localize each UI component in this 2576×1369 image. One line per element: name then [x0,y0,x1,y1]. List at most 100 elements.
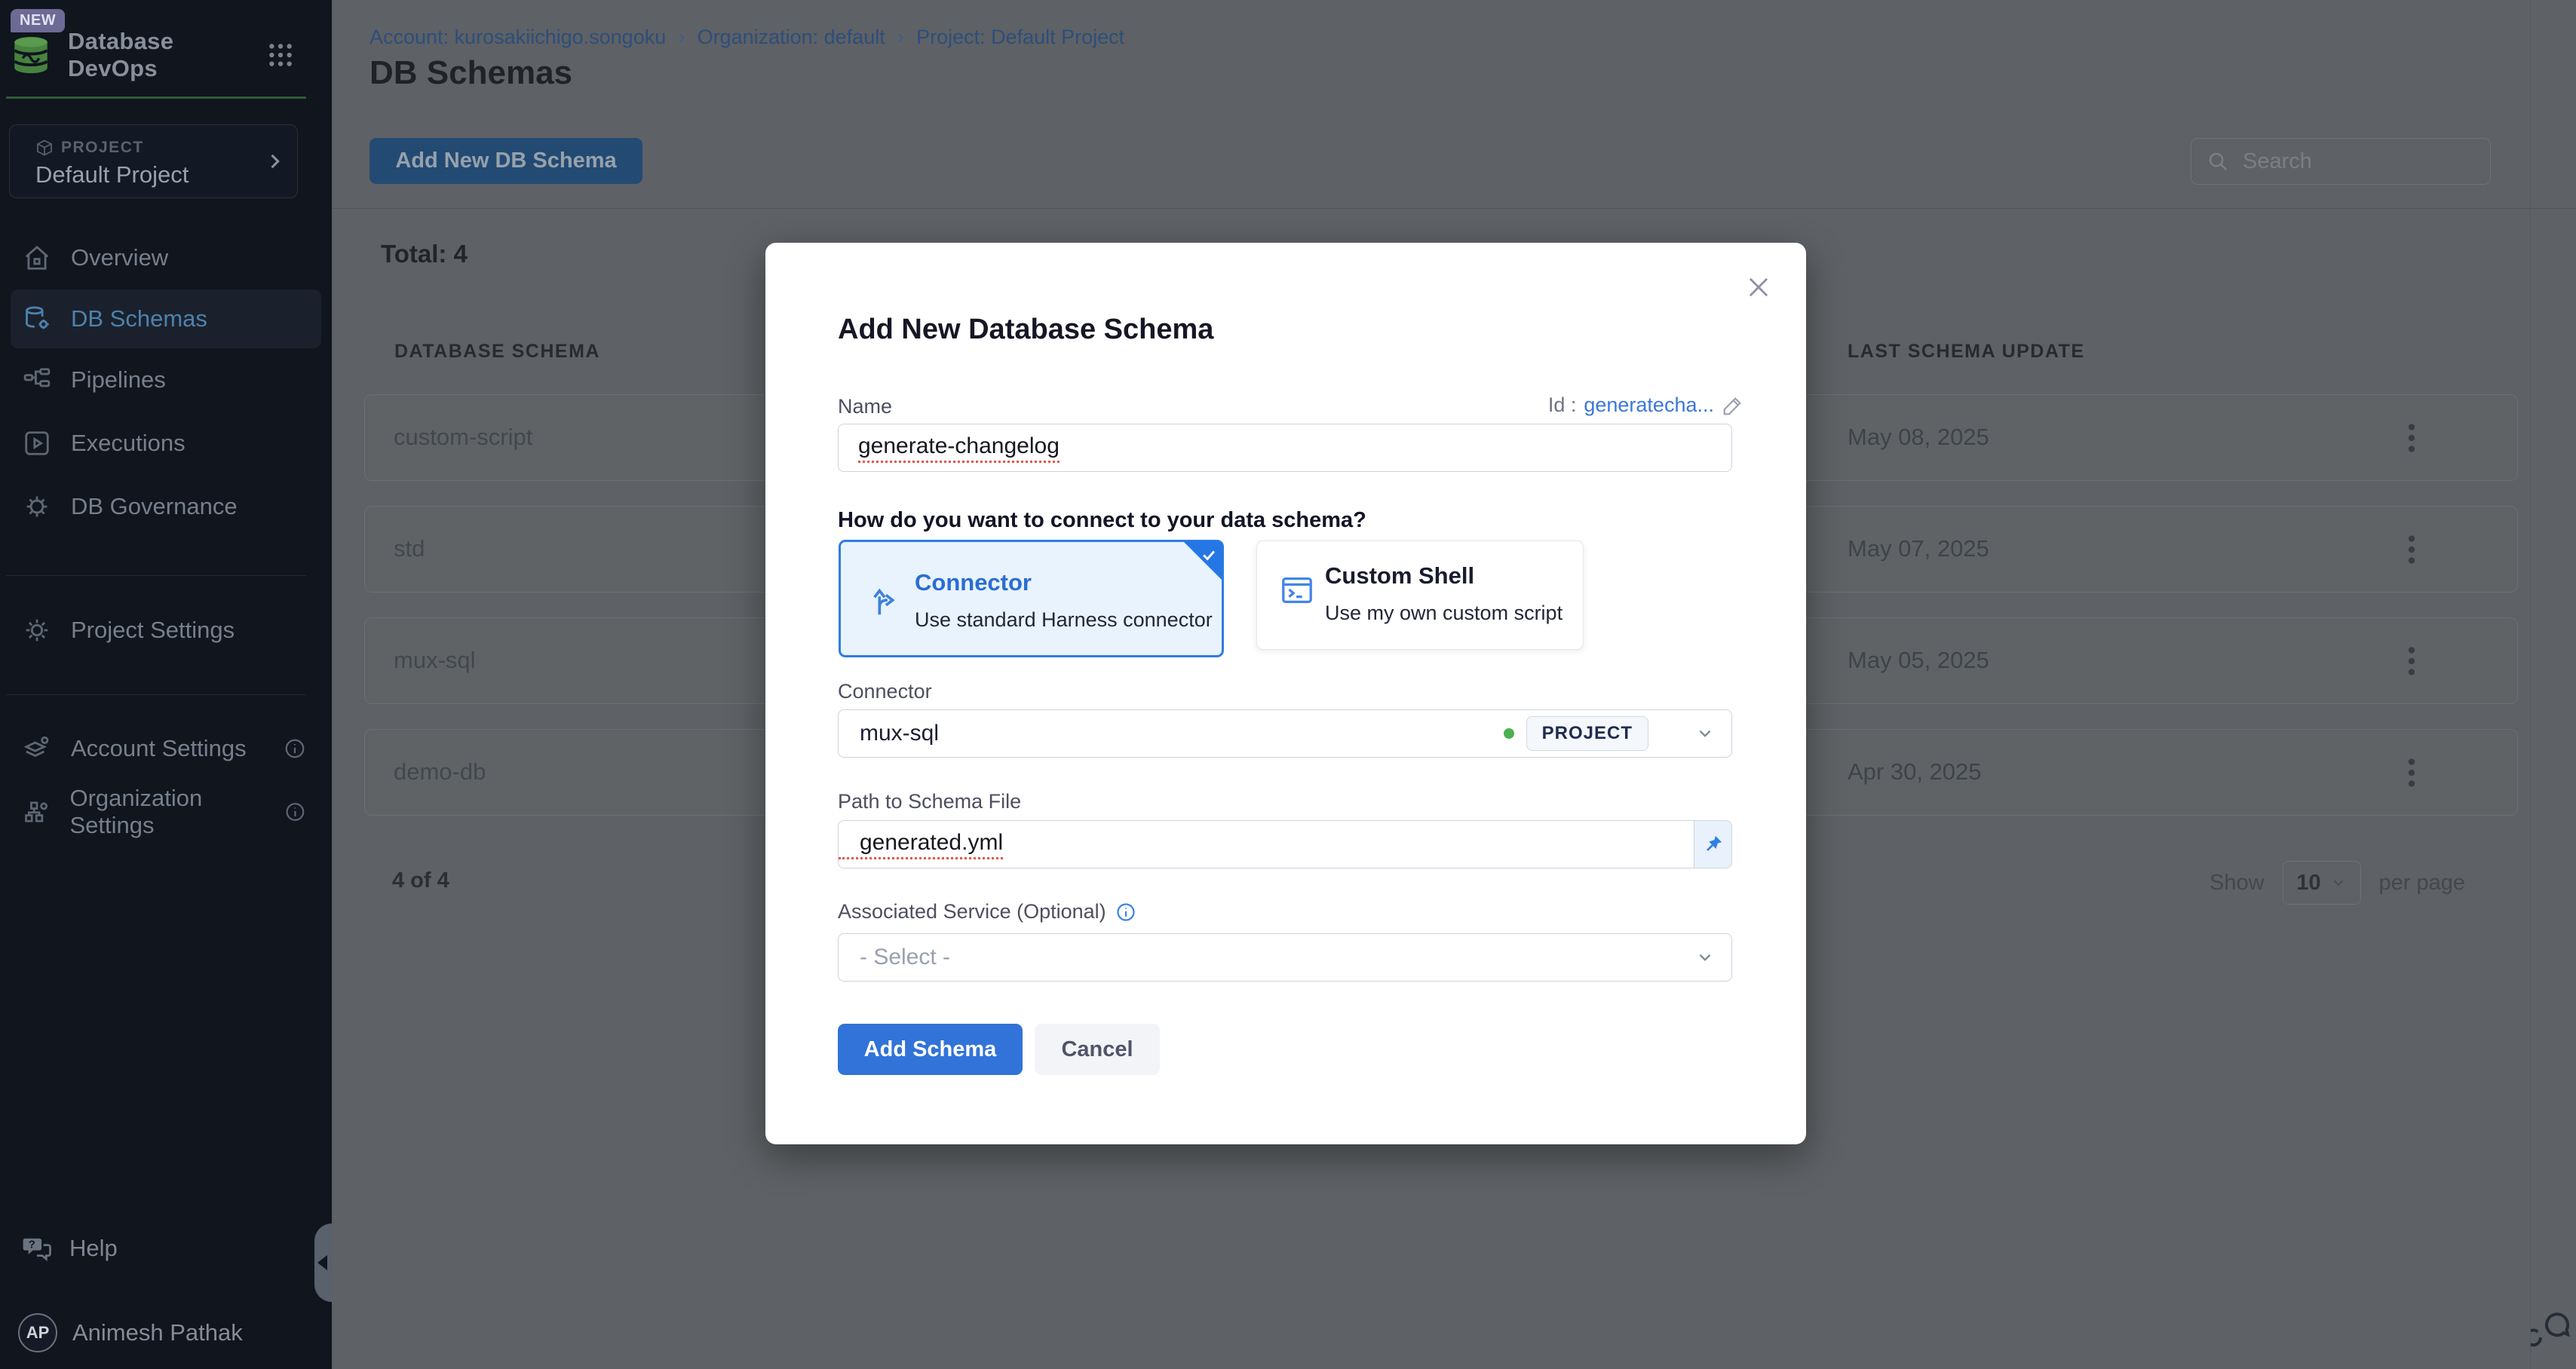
sidebar-item-pipelines[interactable]: Pipelines [0,348,332,412]
cancel-button[interactable]: Cancel [1035,1024,1160,1075]
name-input[interactable]: generate-changelog [838,424,1732,472]
cube-icon [35,139,54,157]
option-subtitle: Use standard Harness connector [915,608,1213,632]
breadcrumb-account-link[interactable]: Account: kurosakiichigo.songoku [370,26,666,49]
sidebar-collapse-handle[interactable] [314,1224,332,1302]
breadcrumb: Account: kurosakiichigo.songoku › Organi… [370,25,1124,49]
help-label: Help [69,1235,118,1262]
schema-updated: Apr 30, 2025 [1848,758,1982,786]
pagination-perpage-label: per page [2379,871,2466,896]
page-size-select[interactable]: 10 [2283,861,2361,905]
sidebar-item-account-settings[interactable]: Account Settings [0,717,332,780]
sidebar-item-label: Executions [71,430,186,457]
content-right-border [2530,0,2531,1369]
sidebar-item-db-governance[interactable]: DB Governance [0,475,332,538]
sidebar-item-label: Project Settings [71,617,235,644]
page-size-value: 10 [2296,871,2320,896]
row-menu-kebab-icon[interactable] [2395,528,2428,571]
sidebar-divider [6,575,306,576]
chevron-down-icon [1695,948,1715,967]
add-new-db-schema-button[interactable]: Add New DB Schema [370,138,642,184]
db-schema-icon [23,305,51,333]
sidebar-divider [6,694,306,695]
brand-divider [6,96,306,99]
gear-icon [23,616,51,645]
sidebar-item-help[interactable]: ? Help [0,1217,332,1280]
chat-bubbles-icon[interactable] [2531,1306,2573,1350]
connector-status-dot [1504,728,1514,739]
option-card-custom-shell[interactable]: Custom Shell Use my own custom script [1256,541,1584,650]
sidebar-item-label: Overview [71,244,168,271]
scope-badge: PROJECT [1526,716,1648,751]
pagination-show-label: Show [2210,871,2265,896]
sidebar-item-executions[interactable]: Executions [0,412,332,475]
service-select[interactable]: - Select - [838,933,1732,982]
add-schema-modal: Add New Database Schema Name Id : genera… [765,243,1806,1144]
breadcrumb-separator: › [897,25,904,49]
home-icon [23,243,51,272]
new-badge: NEW [11,9,65,32]
user-name: Animesh Pathak [72,1319,243,1346]
name-label: Name [838,395,892,418]
pin-icon [1703,834,1724,855]
chevron-down-icon [1695,724,1715,743]
sidebar-item-overview[interactable]: Overview [0,226,332,289]
fixed-value-pin-button[interactable] [1694,821,1731,868]
option-title: Connector [915,569,1032,596]
chevron-down-icon [2330,874,2347,891]
id-value-link[interactable]: generatecha... [1584,394,1714,417]
terminal-icon [1280,573,1314,608]
info-icon[interactable] [1115,902,1136,923]
search-box[interactable] [2191,138,2491,185]
connect-question: How do you want to connect to your data … [838,508,1366,533]
connector-label: Connector [838,680,932,703]
sidebar-item-project-settings[interactable]: Project Settings [0,599,332,662]
search-input[interactable] [2243,149,2469,174]
avatar[interactable]: AP [18,1313,57,1352]
project-selector[interactable]: PROJECT Default Project [9,124,298,198]
collapse-left-icon [317,1255,327,1270]
breadcrumb-project-link[interactable]: Project: Default Project [916,26,1124,49]
column-header-updated: LAST SCHEMA UPDATE [1848,341,2085,363]
close-icon[interactable] [1744,273,1773,302]
path-label: Path to Schema File [838,790,1021,813]
option-card-connector[interactable]: Connector Use standard Harness connector [839,540,1224,657]
chevron-right-icon [264,151,285,172]
name-value: generate-changelog [858,433,1060,463]
toolbar-divider [332,208,2576,209]
path-value: generated.yml [839,830,1003,859]
total-count: Total: 4 [381,240,468,268]
info-icon[interactable] [284,737,306,760]
schema-updated: May 08, 2025 [1848,424,1989,451]
option-title: Custom Shell [1325,562,1474,590]
governance-gear-icon [23,492,51,521]
sidebar-item-organization-settings[interactable]: Organization Settings [0,780,332,844]
entity-id-row: Id : generatecha... [1548,394,1744,417]
layers-gear-icon [23,734,51,763]
sidebar-item-db-schemas[interactable]: DB Schemas [11,289,321,348]
connector-select[interactable]: mux-sql PROJECT [838,709,1732,758]
pagination-range: 4 of 4 [392,868,449,893]
app-screen: NEW Database DevOps PROJECT Default [0,0,2576,1369]
schema-name: mux-sql [394,647,476,674]
user-row[interactable]: AP Animesh Pathak [0,1301,332,1364]
row-menu-kebab-icon[interactable] [2395,751,2428,795]
modal-title: Add New Database Schema [838,314,1213,346]
add-schema-button[interactable]: Add Schema [838,1024,1023,1075]
schema-updated: May 05, 2025 [1848,647,1989,674]
module-grid-icon[interactable] [265,40,296,70]
column-header-schema: DATABASE SCHEMA [394,341,600,363]
page-title: DB Schemas [370,54,572,92]
sidebar: NEW Database DevOps PROJECT Default [0,0,332,1369]
connector-value: mux-sql [860,721,939,746]
service-label: Associated Service (Optional) [838,900,1106,923]
row-menu-kebab-icon[interactable] [2395,416,2428,460]
sidebar-item-label: DB Schemas [71,305,207,332]
info-icon[interactable] [284,801,306,823]
row-menu-kebab-icon[interactable] [2395,639,2428,683]
path-input[interactable]: generated.yml [838,820,1732,868]
schema-updated: May 07, 2025 [1848,535,1989,562]
breadcrumb-org-link[interactable]: Organization: default [698,26,885,49]
sidebar-item-label: Account Settings [71,735,247,762]
edit-pencil-icon[interactable] [1722,394,1744,417]
